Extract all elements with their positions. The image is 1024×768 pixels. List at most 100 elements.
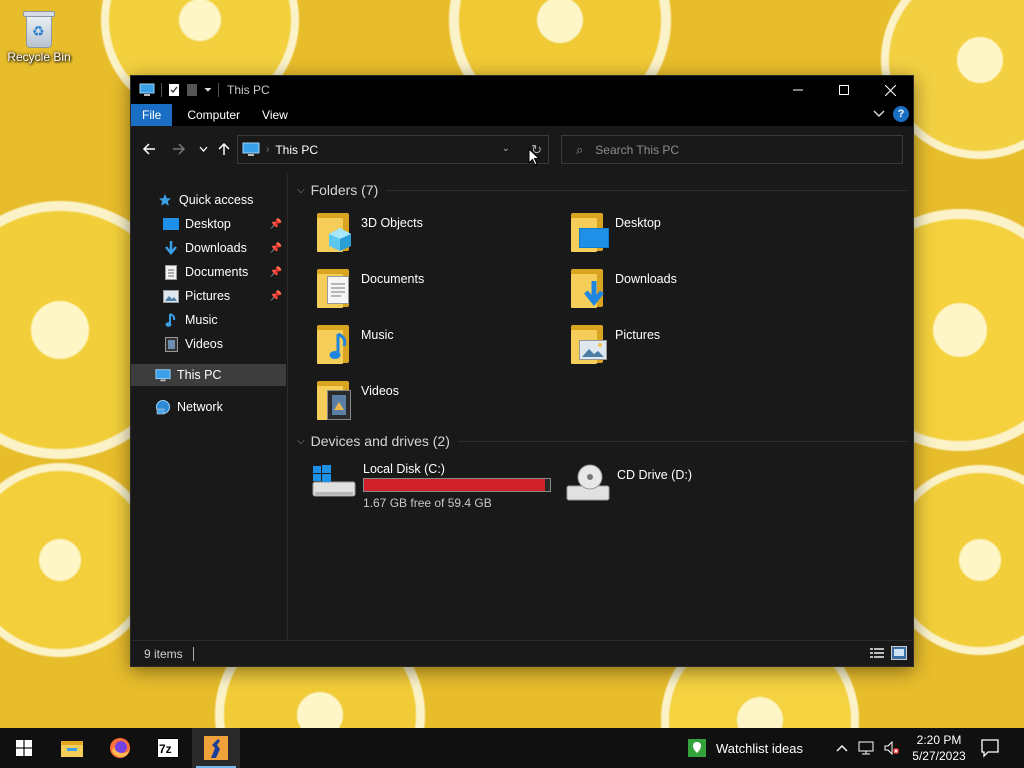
devices-group-header[interactable]: ⌵ Devices and drives (2) xyxy=(297,433,907,449)
sidebar-item-desktop[interactable]: Desktop 📌 xyxy=(131,213,286,235)
folder-videos-icon xyxy=(315,378,355,422)
details-view-icon[interactable] xyxy=(869,646,885,660)
breadcrumb-separator-icon[interactable]: › xyxy=(266,144,269,155)
search-box[interactable]: ⌕ xyxy=(561,135,903,164)
network-globe-icon xyxy=(155,399,171,415)
watchlist-label: Watchlist ideas xyxy=(716,740,803,756)
forward-arrow-icon[interactable] xyxy=(172,142,186,156)
minimize-button[interactable] xyxy=(775,76,821,104)
sidebar-item-videos[interactable]: Videos xyxy=(131,333,286,355)
folder-pictures[interactable]: Pictures xyxy=(569,322,809,374)
new-folder-icon[interactable] xyxy=(186,83,198,97)
pin-icon[interactable]: 📌 xyxy=(270,219,282,230)
large-icons-view-icon[interactable] xyxy=(891,646,907,660)
sidebar-item-label: Pictures xyxy=(185,289,231,303)
address-bar[interactable]: › This PC ⌄ ↻ xyxy=(237,135,549,164)
address-dropdown-chevron-icon[interactable]: ⌄ xyxy=(502,143,510,154)
expand-ribbon-chevron-icon[interactable] xyxy=(873,110,885,118)
navigation-bar: › This PC ⌄ ↻ ⌕ xyxy=(131,126,913,174)
film-icon xyxy=(163,336,179,352)
drive-label: Local Disk (C:) xyxy=(363,462,445,476)
folder-documents[interactable]: Documents xyxy=(315,266,555,318)
folder-label: Music xyxy=(361,328,394,342)
collapse-chevron-icon[interactable]: ⌵ xyxy=(297,185,305,196)
recycle-bin-desktop-icon[interactable]: ♻ Recycle Bin xyxy=(6,8,72,64)
sidebar-item-this-pc[interactable]: This PC xyxy=(131,364,286,386)
window-title: This PC xyxy=(227,83,270,97)
tab-computer[interactable]: Computer xyxy=(176,104,251,126)
folder-label: Pictures xyxy=(615,328,661,342)
explorer-content: Quick access Desktop 📌 Downloads 📌 Docum… xyxy=(131,174,913,642)
folder-documents-icon xyxy=(315,266,355,310)
folder-label: Documents xyxy=(361,272,425,286)
ribbon-tabs: File Computer View ? xyxy=(131,104,913,126)
search-input[interactable] xyxy=(595,142,876,157)
help-icon[interactable]: ? xyxy=(893,106,909,122)
maximize-button[interactable] xyxy=(821,76,867,104)
sidebar-item-network[interactable]: Network xyxy=(131,396,286,418)
group-title: Folders (7) xyxy=(310,182,379,198)
system-tray xyxy=(836,728,900,768)
folder-label: Videos xyxy=(361,384,399,398)
group-title: Devices and drives (2) xyxy=(310,433,450,449)
show-hidden-icons-chevron-icon[interactable] xyxy=(836,744,848,752)
start-button[interactable] xyxy=(0,728,48,768)
drive-cd-d[interactable]: CD Drive (D:) xyxy=(565,460,825,512)
folder-desktop[interactable]: Desktop xyxy=(569,210,809,262)
close-button[interactable] xyxy=(867,76,913,104)
sidebar-item-quick-access[interactable]: Quick access xyxy=(131,189,286,211)
drive-local-disk-c[interactable]: Local Disk (C:) 1.67 GB free of 59.4 GB xyxy=(311,460,571,512)
computer-icon xyxy=(155,367,171,383)
sidebar-item-label: Downloads xyxy=(185,241,247,255)
pin-icon[interactable]: 📌 xyxy=(270,267,282,278)
this-pc-icon xyxy=(242,142,260,156)
7zip-icon: 7z xyxy=(157,738,179,758)
music-note-icon xyxy=(163,312,179,328)
item-count: 9 items xyxy=(144,646,183,661)
sidebar-item-label: Quick access xyxy=(179,193,254,207)
action-center-icon[interactable] xyxy=(980,738,1000,758)
taskbar: 7z Watchlist ideas 2:20 PM 5/27/2023 xyxy=(0,728,1024,768)
taskbar-app-active[interactable] xyxy=(192,728,240,768)
volume-muted-icon[interactable] xyxy=(884,741,900,755)
breadcrumb-this-pc[interactable]: This PC xyxy=(275,143,318,157)
sidebar-item-downloads[interactable]: Downloads 📌 xyxy=(131,237,286,259)
folder-videos[interactable]: Videos xyxy=(315,378,555,430)
pin-icon[interactable]: 📌 xyxy=(270,291,282,302)
folder-downloads[interactable]: Downloads xyxy=(569,266,809,318)
tab-view[interactable]: View xyxy=(251,104,299,126)
sidebar-item-music[interactable]: Music xyxy=(131,309,286,331)
folders-group-header[interactable]: ⌵ Folders (7) xyxy=(297,182,907,198)
minimize-icon xyxy=(793,89,803,91)
close-icon xyxy=(884,84,896,96)
folder-label: 3D Objects xyxy=(361,216,423,230)
recent-locations-chevron-icon[interactable] xyxy=(199,146,208,152)
folder-pictures-icon xyxy=(569,322,609,366)
back-arrow-icon[interactable] xyxy=(142,142,156,156)
document-icon xyxy=(163,264,179,280)
folder-downloads-icon xyxy=(569,266,609,310)
title-bar: ⏷ This PC xyxy=(131,76,913,104)
pin-icon[interactable]: 📌 xyxy=(270,243,282,254)
customize-quick-access-icon[interactable]: ⏷ xyxy=(204,85,212,96)
collapse-chevron-icon[interactable]: ⌵ xyxy=(297,436,305,447)
folder-music[interactable]: Music xyxy=(315,322,555,374)
taskbar-7zip[interactable]: 7z xyxy=(144,728,192,768)
sidebar-item-label: This PC xyxy=(177,368,222,382)
network-icon[interactable] xyxy=(858,741,874,755)
taskbar-file-explorer[interactable] xyxy=(48,728,96,768)
properties-icon[interactable] xyxy=(168,83,180,97)
taskbar-watchlist-ideas[interactable]: Watchlist ideas xyxy=(688,728,803,768)
sidebar-item-documents[interactable]: Documents 📌 xyxy=(131,261,286,283)
picture-icon xyxy=(163,288,179,304)
svg-text:7z: 7z xyxy=(159,742,172,756)
folder-3d-objects[interactable]: 3D Objects xyxy=(315,210,555,262)
folder-label: Downloads xyxy=(615,272,677,286)
sidebar-item-pictures[interactable]: Pictures 📌 xyxy=(131,285,286,307)
star-icon xyxy=(157,192,173,208)
sidebar-item-label: Videos xyxy=(185,337,223,351)
tab-file[interactable]: File xyxy=(131,104,173,126)
up-arrow-icon[interactable] xyxy=(217,142,231,156)
taskbar-firefox[interactable] xyxy=(96,728,144,768)
taskbar-clock[interactable]: 2:20 PM 5/27/2023 xyxy=(905,732,973,764)
